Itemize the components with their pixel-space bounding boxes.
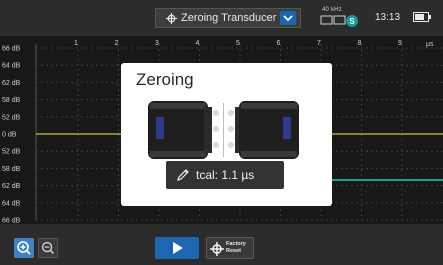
zeroing-dialog: Zeroing tcal: 1.1 µs [121, 63, 332, 206]
x-tick-label: 4 [196, 40, 200, 47]
cursor-line [319, 179, 443, 181]
y-tick-label: 52 dB [2, 114, 21, 121]
y-tick-label: 62 dB [2, 183, 21, 190]
dialog-title: Zeroing [136, 70, 194, 89]
battery-icon [413, 12, 431, 22]
play-button[interactable] [155, 237, 199, 259]
zoom-in-button[interactable] [14, 238, 34, 258]
y-tick-label: 62 dB [2, 80, 21, 87]
y-tick-label: 66 dB [2, 46, 21, 53]
zoom-out-button[interactable] [38, 238, 58, 258]
crosshair-icon [210, 242, 224, 256]
y-tick-label: 0 dB [2, 132, 17, 139]
x-tick-label: 5 [236, 40, 240, 47]
x-tick-label: 7 [317, 40, 321, 47]
x-tick-label: 9 [398, 40, 402, 47]
x-tick-label: 1 [74, 40, 78, 47]
x-tick-label: 6 [277, 40, 281, 47]
mode-select-dropdown[interactable]: Zeroing Transducer [155, 8, 301, 28]
play-icon [173, 242, 183, 254]
pencil-icon [177, 169, 189, 181]
zoom-out-icon [41, 241, 54, 254]
zoom-in-icon [17, 241, 31, 255]
tcal-value: tcal: 1.1 µs [196, 168, 255, 182]
tcal-display[interactable]: tcal: 1.1 µs [166, 161, 284, 189]
y-tick-label: 64 dB [2, 63, 21, 70]
probe-status-icon: S [320, 15, 358, 27]
factory-reset-button[interactable]: Factory Reset [206, 237, 254, 259]
clock: 13:13 [375, 12, 401, 23]
crosshair-icon [166, 12, 177, 24]
factory-reset-line1: Factory [226, 241, 246, 247]
factory-reset-line2: Reset [226, 247, 241, 254]
top-bar: Zeroing Transducer 40 kHz S 13:13 [0, 0, 443, 36]
x-unit-label: µs [426, 41, 434, 48]
y-tick-label: 52 dB [2, 149, 21, 156]
bottom-toolbar: Factory Reset [0, 224, 443, 265]
y-tick-label: 58 dB [2, 166, 21, 173]
factory-reset-label: Factory Reset [226, 241, 246, 254]
y-tick-label: 58 dB [2, 97, 21, 104]
mode-select-label: Zeroing Transducer [181, 12, 277, 24]
chevron-down-icon [280, 11, 296, 25]
probe-badge-text: S [349, 17, 355, 26]
x-tick-label: 8 [358, 40, 362, 47]
x-tick-label: 2 [115, 40, 119, 47]
y-tick-label: 64 dB [2, 200, 21, 207]
x-tick-label: 3 [155, 40, 159, 47]
transducer-pair-image [148, 101, 299, 159]
